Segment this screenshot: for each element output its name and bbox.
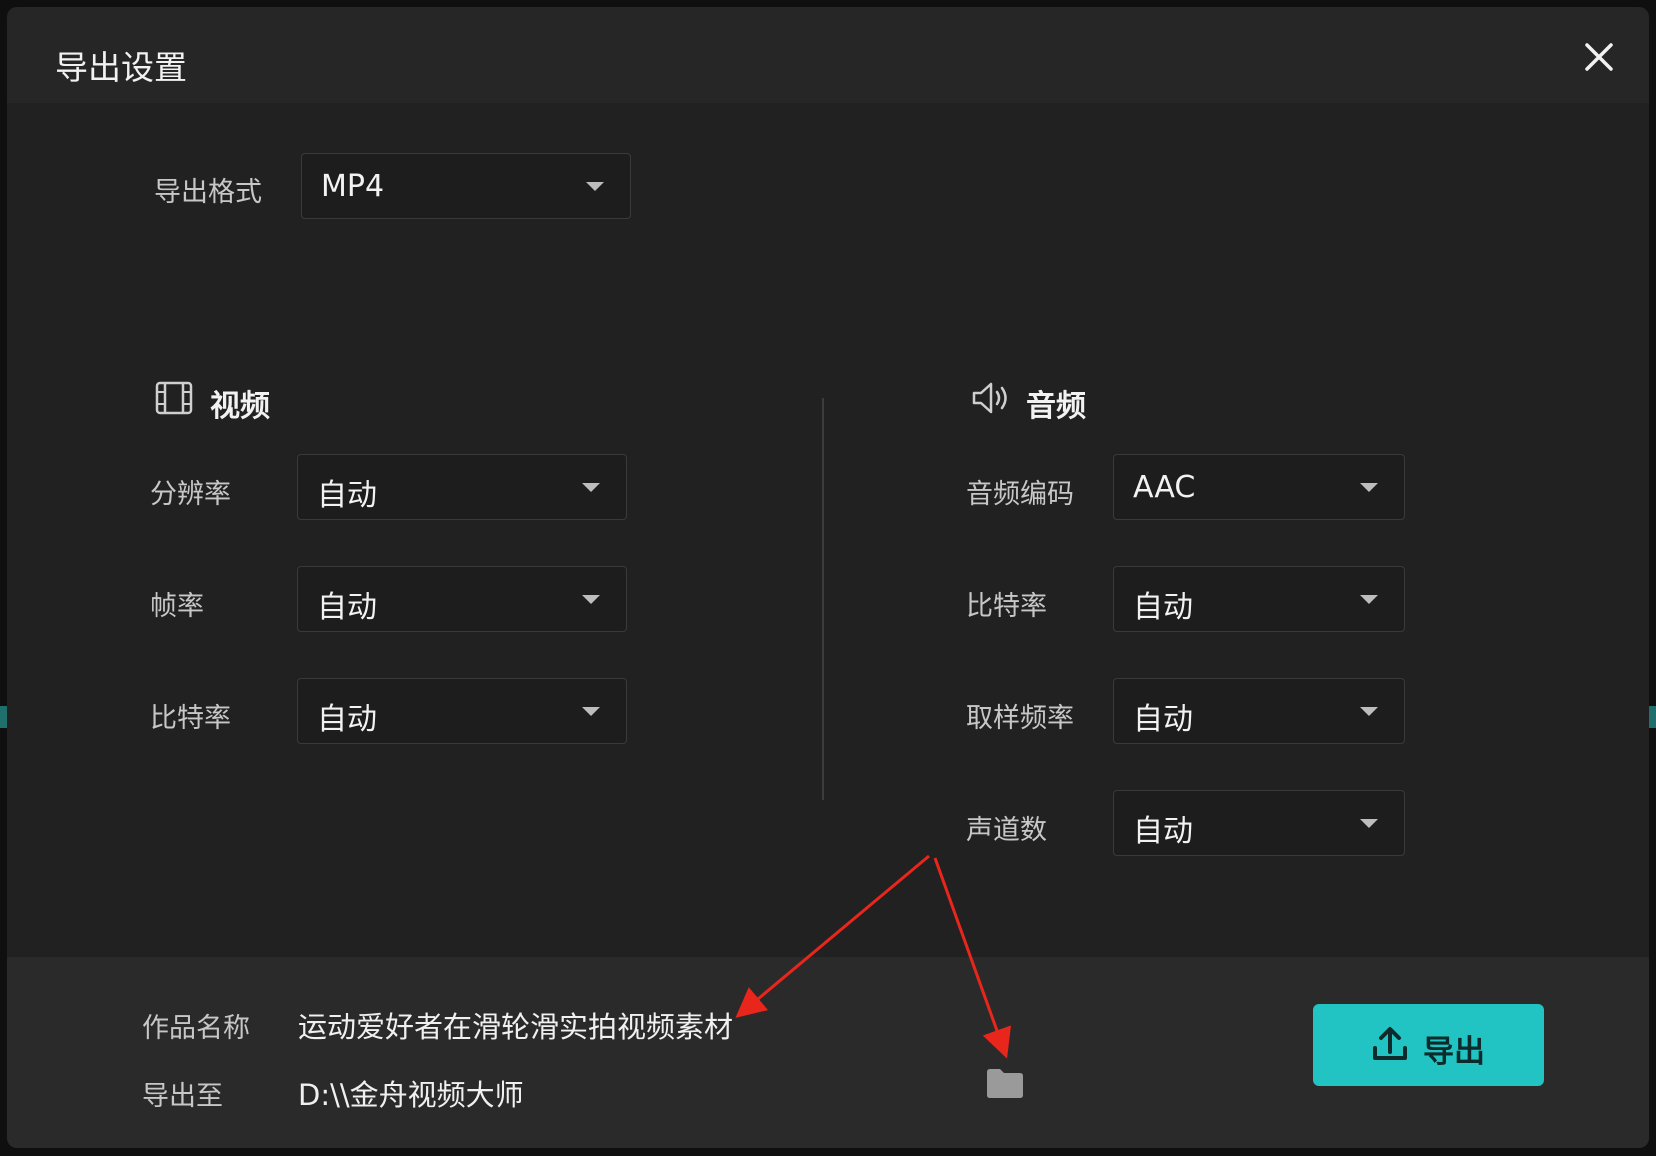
format-select[interactable]: MP4 — [301, 153, 631, 219]
chevron-down-icon — [582, 483, 600, 492]
video-bitrate-select[interactable]: 自动 — [297, 678, 627, 744]
export-button[interactable]: 导出 — [1313, 1004, 1544, 1086]
upload-icon — [1373, 1027, 1407, 1060]
background-strip-left — [0, 706, 7, 728]
format-select-value: MP4 — [321, 169, 385, 204]
chevron-down-icon — [1360, 819, 1378, 828]
audio-samplerate-value: 自动 — [1133, 702, 1193, 737]
browse-folder-button[interactable] — [985, 1066, 1025, 1100]
export-path-value: D:\\金舟视频大师 — [298, 1078, 524, 1112]
audio-channels-select[interactable]: 自动 — [1113, 790, 1405, 856]
close-button[interactable] — [1579, 37, 1619, 77]
audio-channels-value: 自动 — [1133, 814, 1193, 849]
chevron-down-icon — [1360, 595, 1378, 604]
audio-codec-value: AAC — [1133, 470, 1196, 505]
close-icon — [1585, 43, 1613, 71]
chevron-down-icon — [582, 595, 600, 604]
dialog-title: 导出设置 — [55, 48, 187, 87]
export-path-label: 导出至 — [142, 1081, 223, 1112]
chevron-down-icon — [1360, 483, 1378, 492]
work-name-label: 作品名称 — [142, 1013, 250, 1044]
export-button-label: 导出 — [1423, 1034, 1485, 1070]
audio-bitrate-value: 自动 — [1133, 590, 1193, 625]
video-resolution-label: 分辨率 — [150, 479, 231, 510]
video-framerate-value: 自动 — [317, 590, 377, 625]
video-bitrate-value: 自动 — [317, 702, 377, 737]
format-label: 导出格式 — [154, 177, 262, 208]
audio-samplerate-label: 取样频率 — [966, 703, 1074, 734]
work-name-value[interactable]: 运动爱好者在滑轮滑实拍视频素材 — [298, 1004, 733, 1046]
audio-bitrate-label: 比特率 — [966, 591, 1047, 622]
audio-samplerate-select[interactable]: 自动 — [1113, 678, 1405, 744]
folder-icon — [987, 1069, 1023, 1098]
video-bitrate-label: 比特率 — [150, 703, 231, 734]
video-section-title: 视频 — [210, 389, 270, 424]
video-resolution-value: 自动 — [317, 478, 377, 513]
film-icon — [155, 381, 193, 415]
video-framerate-label: 帧率 — [150, 591, 204, 622]
audio-codec-label: 音频编码 — [966, 479, 1074, 510]
chevron-down-icon — [1360, 707, 1378, 716]
audio-bitrate-select[interactable]: 自动 — [1113, 566, 1405, 632]
background-strip-right — [1649, 706, 1656, 728]
dialog-titlebar: 导出设置 — [7, 7, 1649, 103]
chevron-down-icon — [586, 182, 604, 191]
audio-channels-label: 声道数 — [966, 815, 1047, 846]
audio-section-title: 音频 — [1026, 389, 1086, 424]
audio-codec-select[interactable]: AAC — [1113, 454, 1405, 520]
section-divider — [822, 398, 824, 800]
video-resolution-select[interactable]: 自动 — [297, 454, 627, 520]
speaker-icon — [972, 382, 1007, 414]
video-framerate-select[interactable]: 自动 — [297, 566, 627, 632]
chevron-down-icon — [582, 707, 600, 716]
